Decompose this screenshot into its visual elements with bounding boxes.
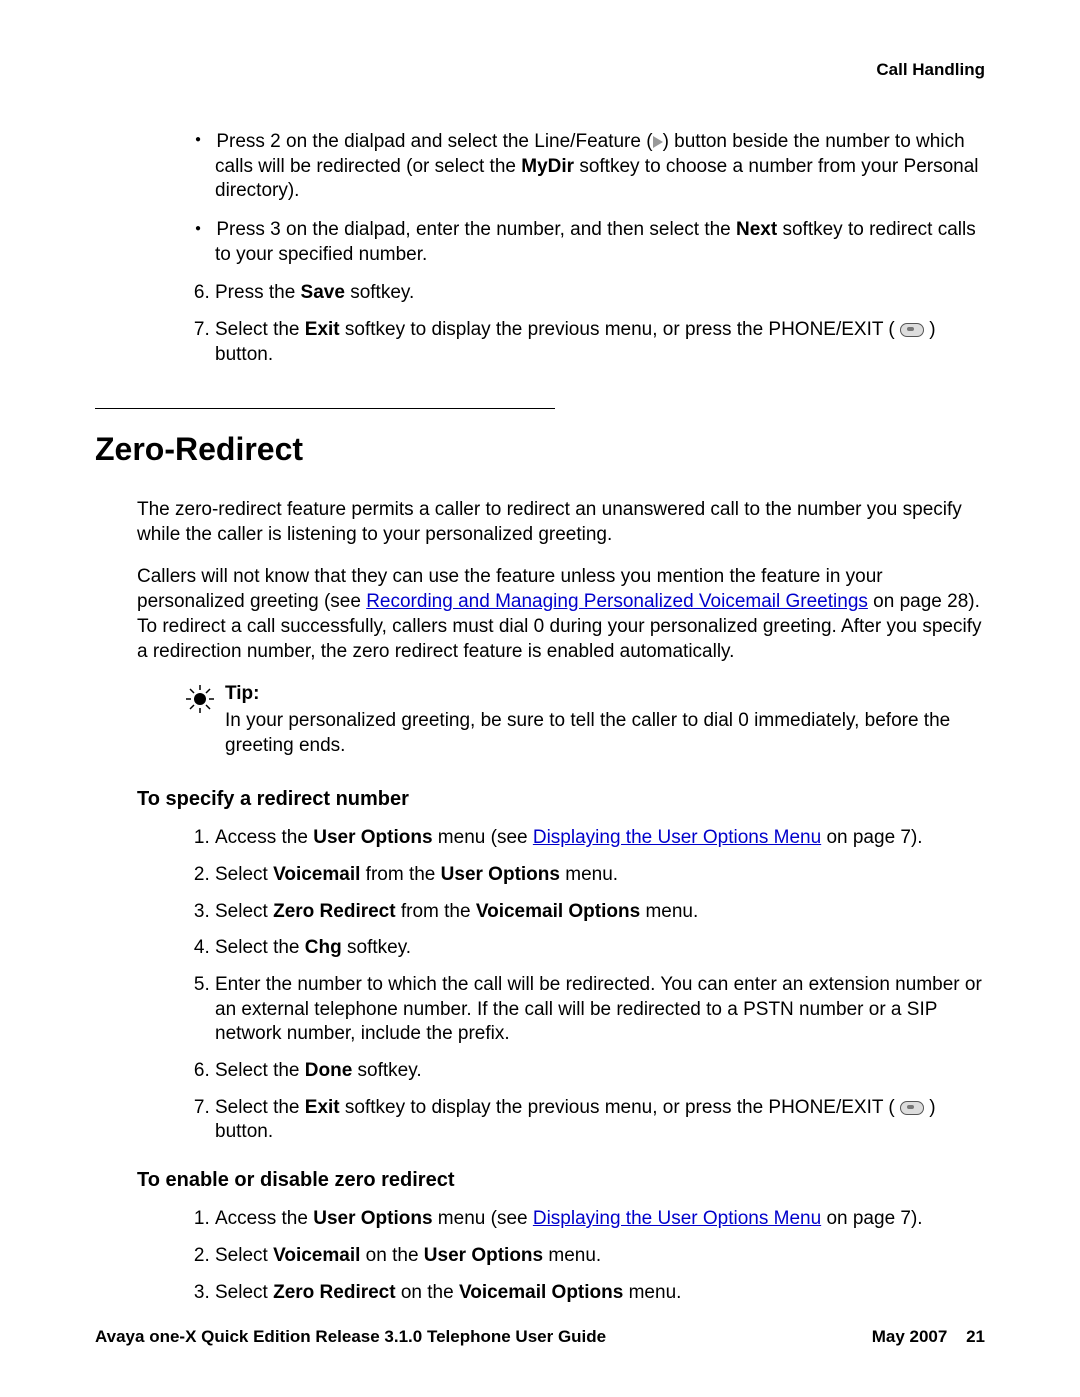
text: softkey to display the previous menu, or… bbox=[340, 1097, 900, 1118]
bold-text: MyDir bbox=[521, 156, 574, 177]
top-steps-continued: Press the Save softkey. Select the Exit … bbox=[95, 281, 985, 367]
text: on the bbox=[360, 1245, 423, 1266]
text: Select the bbox=[215, 937, 305, 958]
text: Access the bbox=[215, 1208, 313, 1229]
link-user-options-menu[interactable]: Displaying the User Options Menu bbox=[533, 1208, 821, 1229]
list-item: Select Zero Redirect from the Voicemail … bbox=[215, 900, 985, 925]
text: Press 2 on the dialpad and select the Li… bbox=[216, 131, 652, 152]
list-item: Press 2 on the dialpad and select the Li… bbox=[215, 130, 985, 204]
bold-text: Save bbox=[301, 282, 345, 303]
tip-callout: Tip: In your personalized greeting, be s… bbox=[95, 682, 985, 758]
running-header: Call Handling bbox=[95, 60, 985, 80]
text: Press 3 on the dialpad, enter the number… bbox=[216, 219, 736, 240]
text: Select bbox=[215, 901, 273, 922]
bold-text: User Options bbox=[313, 827, 432, 848]
subheading: To enable or disable zero redirect bbox=[137, 1167, 985, 1193]
tip-label: Tip: bbox=[225, 682, 985, 707]
enable-disable-steps: Access the User Options menu (see Displa… bbox=[95, 1207, 985, 1305]
section-divider bbox=[95, 408, 555, 409]
text: menu. bbox=[640, 901, 698, 922]
phone-exit-icon bbox=[900, 1101, 924, 1115]
text: Select the bbox=[215, 319, 305, 340]
paragraph: The zero-redirect feature permits a call… bbox=[95, 498, 985, 547]
text: menu (see bbox=[433, 1208, 533, 1229]
subheading: To specify a redirect number bbox=[137, 786, 985, 812]
bold-text: Done bbox=[305, 1060, 353, 1081]
list-item: Select Voicemail from the User Options m… bbox=[215, 863, 985, 888]
list-item: Select the Chg softkey. bbox=[215, 936, 985, 961]
tip-body: Tip: In your personalized greeting, be s… bbox=[225, 682, 985, 758]
text: from the bbox=[360, 864, 440, 885]
footer-guide-title: Avaya one-X Quick Edition Release 3.1.0 … bbox=[95, 1327, 606, 1347]
lightbulb-icon bbox=[185, 684, 215, 714]
text: Press the bbox=[215, 282, 301, 303]
text: menu. bbox=[543, 1245, 601, 1266]
text: softkey. bbox=[345, 282, 414, 303]
bold-text: Chg bbox=[305, 937, 342, 958]
section-heading: Zero-Redirect bbox=[95, 429, 985, 471]
paragraph: Callers will not know that they can use … bbox=[95, 565, 985, 664]
text: Select bbox=[215, 1245, 273, 1266]
text: from the bbox=[396, 901, 476, 922]
top-bullet-list: Press 2 on the dialpad and select the Li… bbox=[95, 130, 985, 267]
line-feature-icon bbox=[653, 136, 663, 148]
list-item: Select Voicemail on the User Options men… bbox=[215, 1244, 985, 1269]
bold-text: Exit bbox=[305, 319, 340, 340]
bold-text: User Options bbox=[441, 864, 560, 885]
phone-exit-icon bbox=[900, 323, 924, 337]
bold-text: Exit bbox=[305, 1097, 340, 1118]
tip-text: In your personalized greeting, be sure t… bbox=[225, 710, 950, 756]
text: on page 7). bbox=[821, 827, 922, 848]
bold-text: Voicemail bbox=[273, 864, 360, 885]
text: Access the bbox=[215, 827, 313, 848]
list-item: Press 3 on the dialpad, enter the number… bbox=[215, 218, 985, 267]
bold-text: Voicemail Options bbox=[459, 1282, 623, 1303]
specify-redirect-steps: Access the User Options menu (see Displa… bbox=[95, 826, 985, 1145]
list-item: Select the Exit softkey to display the p… bbox=[215, 1096, 985, 1145]
text: Select bbox=[215, 1282, 273, 1303]
text: softkey to display the previous menu, or… bbox=[340, 319, 900, 340]
list-item: Select the Done softkey. bbox=[215, 1059, 985, 1084]
text: menu. bbox=[623, 1282, 681, 1303]
page-footer: Avaya one-X Quick Edition Release 3.1.0 … bbox=[95, 1327, 985, 1347]
list-item: Access the User Options menu (see Displa… bbox=[215, 826, 985, 851]
text: on the bbox=[396, 1282, 459, 1303]
page-content: Press 2 on the dialpad and select the Li… bbox=[95, 130, 985, 1305]
list-item: Enter the number to which the call will … bbox=[215, 973, 985, 1047]
document-page: Call Handling Press 2 on the dialpad and… bbox=[0, 0, 1080, 1397]
text: softkey. bbox=[352, 1060, 421, 1081]
link-user-options-menu[interactable]: Displaying the User Options Menu bbox=[533, 827, 821, 848]
text: menu (see bbox=[433, 827, 533, 848]
page-number: 21 bbox=[966, 1327, 985, 1346]
list-item: Access the User Options menu (see Displa… bbox=[215, 1207, 985, 1232]
footer-right: May 2007 21 bbox=[872, 1327, 985, 1347]
list-item: Select the Exit softkey to display the p… bbox=[215, 318, 985, 367]
text: on page 7). bbox=[821, 1208, 922, 1229]
bold-text: User Options bbox=[313, 1208, 432, 1229]
link-personalized-greetings[interactable]: Recording and Managing Personalized Voic… bbox=[366, 591, 868, 612]
list-item: Select Zero Redirect on the Voicemail Op… bbox=[215, 1281, 985, 1306]
text: Select the bbox=[215, 1060, 305, 1081]
bold-text: Zero Redirect bbox=[273, 1282, 395, 1303]
text: menu. bbox=[560, 864, 618, 885]
text: Select bbox=[215, 864, 273, 885]
bold-text: Voicemail bbox=[273, 1245, 360, 1266]
text: Select the bbox=[215, 1097, 305, 1118]
footer-date: May 2007 bbox=[872, 1327, 948, 1346]
list-item: Press the Save softkey. bbox=[215, 281, 985, 306]
header-section-title: Call Handling bbox=[876, 60, 985, 79]
bold-text: Zero Redirect bbox=[273, 901, 395, 922]
bold-text: User Options bbox=[424, 1245, 543, 1266]
bold-text: Next bbox=[736, 219, 777, 240]
bold-text: Voicemail Options bbox=[476, 901, 640, 922]
text: softkey. bbox=[342, 937, 411, 958]
